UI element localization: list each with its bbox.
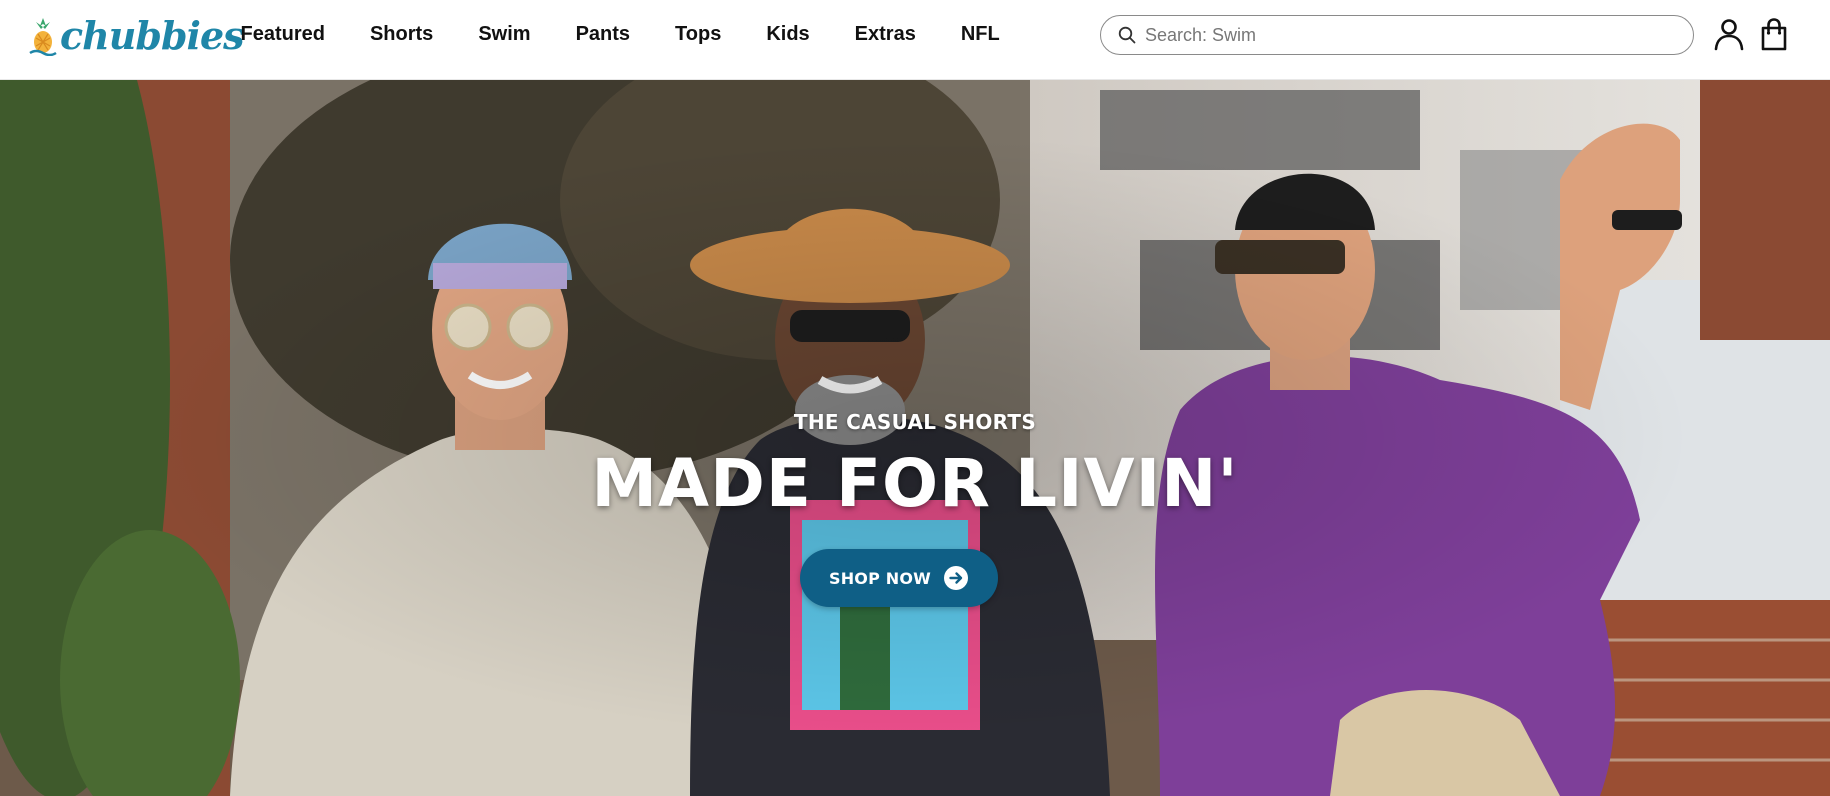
account-icon[interactable] [1711, 16, 1747, 52]
site-header: chubbies Featured Shorts Swim Pants Tops… [0, 0, 1830, 80]
search-input[interactable] [1145, 24, 1665, 46]
main-nav: Featured Shorts Swim Pants Tops Kids Ext… [218, 0, 1022, 68]
nav-item-kids[interactable]: Kids [744, 23, 832, 46]
nav-item-tops[interactable]: Tops [653, 23, 744, 46]
nav-item-extras[interactable]: Extras [832, 23, 938, 46]
arrow-right-circle-icon [944, 566, 969, 590]
hero-overlay [0, 80, 1830, 796]
nav-item-pants[interactable]: Pants [553, 23, 652, 46]
hero-banner: THE CASUAL SHORTS MADE FOR LIVIN' SHOP N… [0, 80, 1830, 796]
brand-wordmark: chubbies [60, 13, 245, 58]
hero-headline: MADE FOR LIVIN' [591, 445, 1239, 522]
pineapple-icon [29, 18, 57, 56]
search-bar[interactable] [1100, 15, 1694, 55]
nav-item-shorts[interactable]: Shorts [347, 23, 455, 46]
nav-item-swim[interactable]: Swim [456, 23, 553, 46]
shop-now-button[interactable]: SHOP NOW [800, 549, 998, 607]
nav-item-nfl[interactable]: NFL [938, 23, 1022, 46]
search-icon [1118, 26, 1136, 44]
brand-logo[interactable]: chubbies [28, 8, 245, 64]
nav-item-featured[interactable]: Featured [218, 23, 347, 46]
shop-now-label: SHOP NOW [828, 568, 932, 588]
shopping-bag-icon[interactable] [1756, 16, 1792, 52]
hero-eyebrow: THE CASUAL SHORTS [793, 410, 1037, 434]
